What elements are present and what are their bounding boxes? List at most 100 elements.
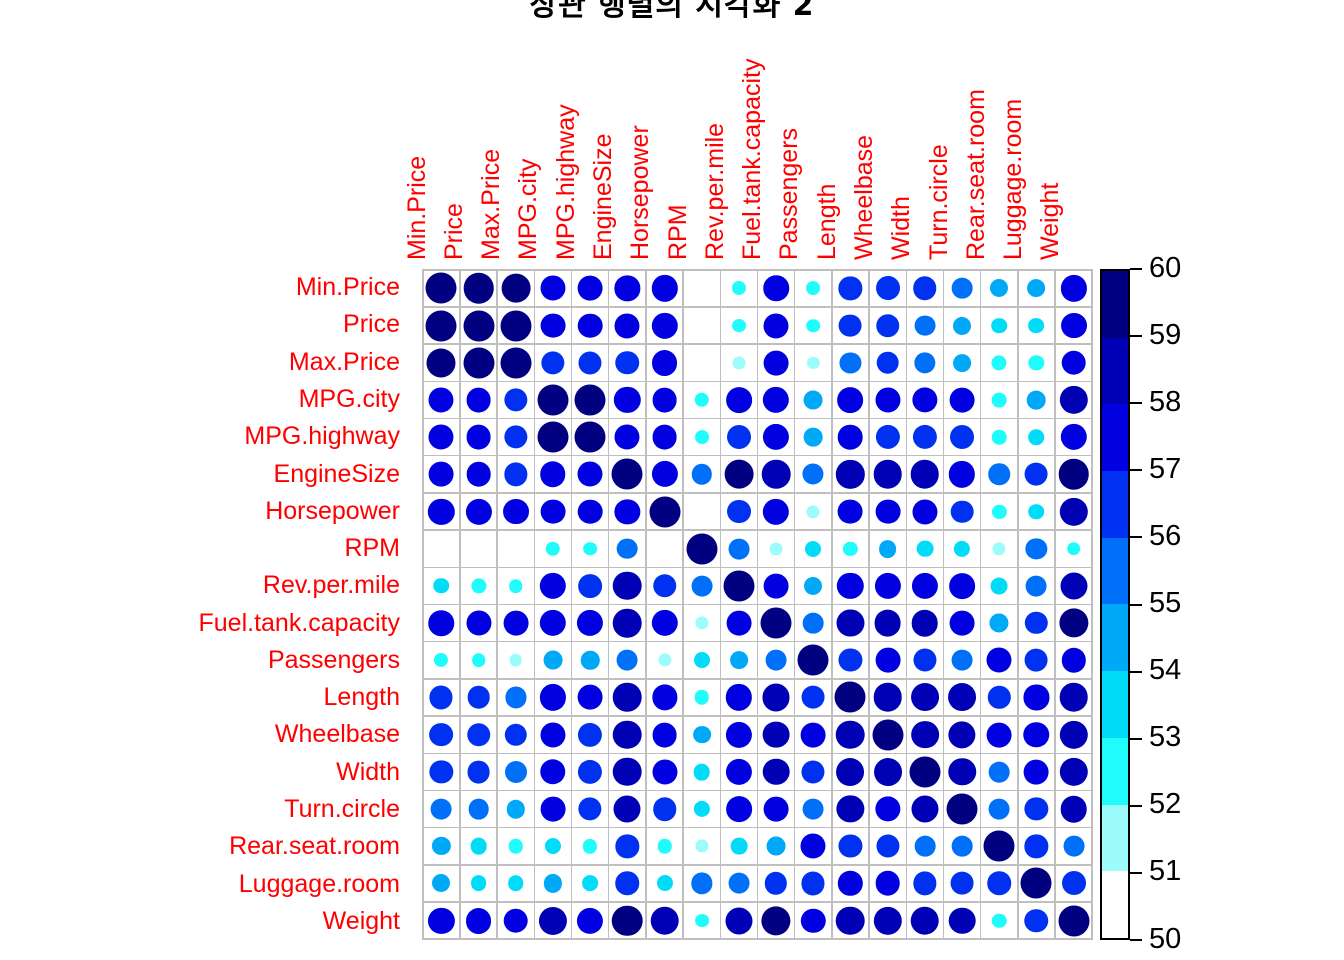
column-label-rear-seat-room: Rear.seat.room [961, 89, 990, 260]
matrix-cell [497, 307, 534, 344]
matrix-cell [535, 642, 571, 679]
tick-value: 58 [1149, 385, 1182, 418]
matrix-cell [535, 716, 571, 753]
matrix-dot [762, 498, 790, 525]
matrix-cell [721, 456, 757, 493]
matrix-dot [725, 758, 752, 785]
matrix-dot [914, 315, 936, 336]
matrix-dot [989, 613, 1009, 633]
column-label-horsepower: Horsepower [626, 125, 655, 260]
matrix-cell [795, 307, 832, 344]
matrix-cell [460, 679, 497, 716]
matrix-dot [428, 387, 454, 413]
matrix-cell [423, 530, 460, 567]
matrix-cell [1055, 828, 1092, 865]
matrix-cell [721, 530, 757, 567]
matrix-dot [466, 722, 491, 747]
matrix-dot [428, 461, 454, 487]
matrix-dot [760, 607, 792, 639]
matrix-cell [646, 344, 683, 381]
matrix-dot [691, 575, 713, 597]
matrix-dot [425, 310, 457, 342]
matrix-dot [1060, 423, 1087, 451]
matrix-cell [535, 828, 571, 865]
matrix-cell [460, 716, 497, 753]
row-label-mpg-city: MPG.city [298, 384, 400, 413]
matrix-dot [843, 541, 858, 556]
matrix-dot [649, 496, 680, 527]
matrix-dot [428, 610, 455, 636]
matrix-cell [907, 568, 943, 604]
matrix-dot [763, 424, 790, 451]
row-label-max-price: Max.Price [288, 347, 400, 376]
matrix-dot [951, 649, 973, 671]
matrix-cell [535, 865, 571, 902]
matrix-cell [869, 754, 906, 790]
matrix-cell [572, 568, 608, 604]
matrix-dot [801, 760, 825, 784]
matrix-dot [652, 424, 677, 450]
matrix-cell [758, 344, 794, 381]
matrix-dot [986, 722, 1012, 748]
matrix-cell [981, 270, 1018, 307]
matrix-dot [615, 834, 639, 858]
matrix-cell [832, 382, 869, 418]
matrix-dot [839, 314, 862, 337]
matrix-dot [465, 498, 492, 525]
matrix-dot [1059, 720, 1088, 749]
matrix-dot [726, 610, 752, 636]
matrix-cell [646, 791, 683, 827]
matrix-cell [572, 344, 608, 381]
tick-value: 50 [1149, 922, 1182, 955]
matrix-dot [1025, 611, 1048, 635]
matrix-dot [762, 758, 790, 786]
matrix-cell [795, 270, 832, 307]
matrix-dot [913, 871, 937, 896]
matrix-cell [832, 456, 869, 493]
matrix-cell [646, 270, 683, 307]
matrix-dot [504, 462, 528, 486]
matrix-cell [944, 902, 980, 939]
matrix-cell [646, 754, 683, 790]
matrix-dot [950, 425, 975, 450]
matrix-cell [907, 456, 943, 493]
matrix-cell [721, 344, 757, 381]
matrix-dot [1061, 350, 1086, 376]
matrix-cell [497, 902, 534, 939]
matrix-dot [651, 461, 678, 488]
matrix-dot [1059, 757, 1088, 787]
matrix-cell [423, 568, 460, 604]
matrix-cell [572, 754, 608, 790]
matrix-cell [758, 865, 794, 902]
matrix-cell [869, 642, 906, 679]
matrix-dot [651, 312, 678, 339]
matrix-cell [683, 419, 720, 455]
matrix-cell [497, 530, 534, 567]
matrix-cell [460, 754, 497, 790]
matrix-cell [609, 828, 646, 865]
matrix-dot [949, 573, 975, 599]
matrix-dot [910, 683, 939, 712]
matrix-dot [540, 499, 566, 524]
row-label-rpm: RPM [344, 534, 400, 563]
row-label-length: Length [323, 683, 400, 712]
matrix-cell [981, 791, 1018, 827]
matrix-cell [460, 307, 497, 344]
matrix-cell [683, 382, 720, 418]
matrix-dot [574, 421, 606, 453]
matrix-dot [540, 796, 566, 822]
row-label-horsepower: Horsepower [265, 496, 400, 525]
matrix-cell [683, 865, 720, 902]
matrix-dot [577, 499, 603, 524]
matrix-dot [613, 608, 642, 638]
matrix-dot [694, 690, 709, 705]
matrix-dot [725, 684, 753, 711]
matrix-dot [836, 757, 865, 786]
matrix-cell [572, 716, 608, 753]
matrix-dot [875, 871, 900, 896]
column-label-price: Price [439, 203, 468, 260]
matrix-cell [832, 493, 869, 530]
matrix-dot [836, 795, 865, 823]
matrix-dot [582, 875, 599, 892]
matrix-cell [981, 344, 1018, 381]
